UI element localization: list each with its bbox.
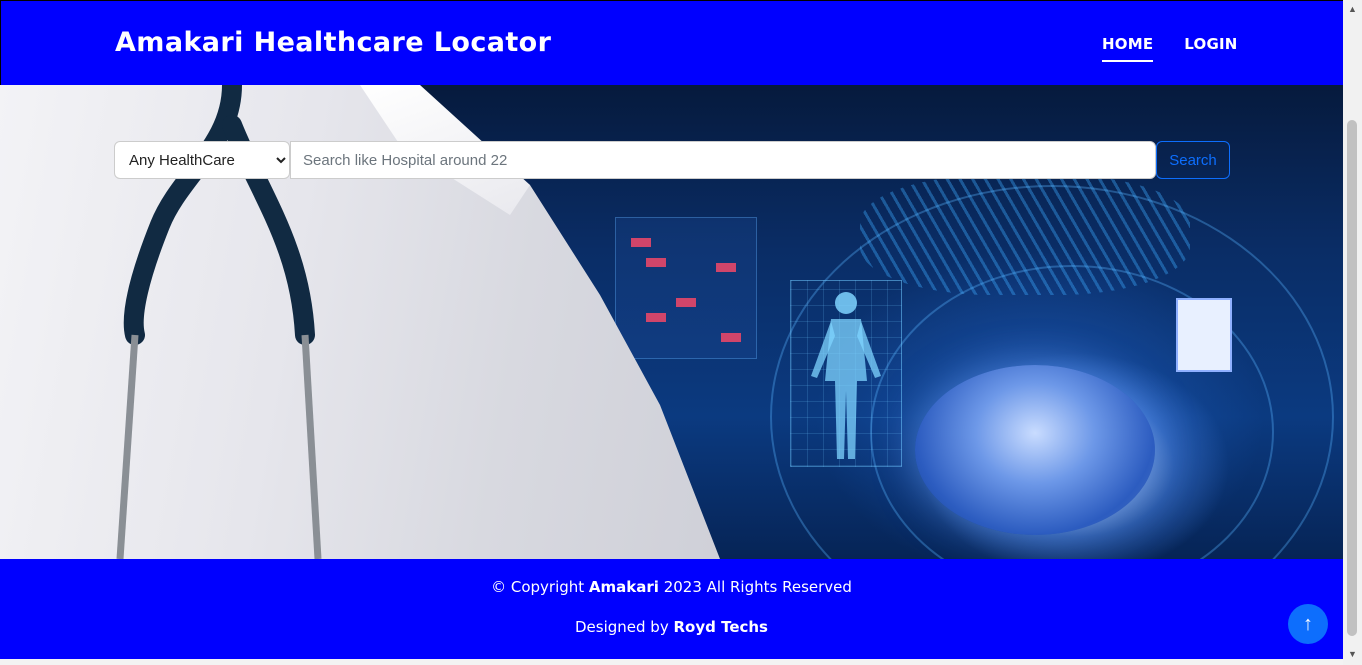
scroll-up-arrow-icon[interactable]: ▲	[1348, 4, 1357, 14]
nav-home-link[interactable]: HOME	[1102, 35, 1154, 62]
search-bar: Any HealthCare Search	[114, 141, 1231, 179]
brain-graphic	[915, 365, 1155, 535]
brand-title[interactable]: Amakari Healthcare Locator	[115, 27, 551, 58]
head-scan-thumbnail	[1176, 298, 1232, 372]
back-to-top-button[interactable]: ↑	[1288, 604, 1328, 644]
main-nav: HOME LOGIN	[1102, 35, 1238, 62]
search-button[interactable]: Search	[1156, 141, 1230, 179]
arrow-up-icon: ↑	[1303, 612, 1313, 635]
page-bottom-edge	[0, 659, 1343, 665]
copyright-company: Amakari	[588, 578, 659, 596]
designer-credit: Designed by Royd Techs	[0, 618, 1343, 636]
copyright-text: © Copyright Amakari 2023 All Rights Rese…	[0, 578, 1343, 596]
designer-name[interactable]: Royd Techs	[673, 618, 768, 636]
human-body-scan	[790, 280, 902, 467]
search-input[interactable]	[290, 141, 1156, 179]
nav-login-link[interactable]: LOGIN	[1184, 35, 1237, 62]
copyright-suffix: 2023 All Rights Reserved	[663, 578, 852, 596]
vertical-scrollbar[interactable]: ▲ ▼	[1343, 0, 1362, 665]
designer-prefix: Designed by	[574, 618, 669, 636]
copyright-prefix: © Copyright	[491, 578, 585, 596]
site-footer: © Copyright Amakari 2023 All Rights Rese…	[0, 559, 1343, 659]
site-header: Amakari Healthcare Locator HOME LOGIN	[0, 0, 1343, 85]
scroll-down-arrow-icon[interactable]: ▼	[1348, 649, 1357, 659]
scrollbar-thumb[interactable]	[1347, 120, 1357, 636]
healthcare-type-select[interactable]: Any HealthCare	[114, 141, 290, 179]
